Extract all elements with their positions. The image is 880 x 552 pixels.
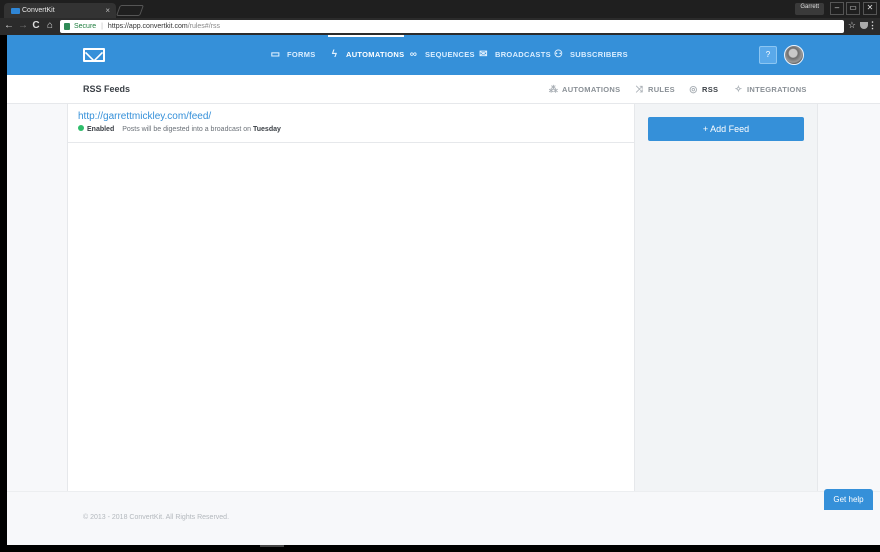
subnav-automations[interactable]: ⁂ AUTOMATIONS [548, 75, 620, 104]
browser-menu-icon[interactable]: ⋮ [868, 20, 877, 31]
feed-url-link[interactable]: http://garrettmickley.com/feed/ [78, 111, 211, 122]
nav-automations[interactable]: ϟ AUTOMATIONS [328, 35, 405, 75]
address-bar[interactable]: Secure | https://app.convertkit.com/rule… [60, 20, 844, 33]
bookmark-star-icon[interactable]: ☆ [848, 20, 856, 31]
nav-automations-label: AUTOMATIONS [346, 50, 405, 59]
lock-icon [64, 23, 70, 30]
pocket-extension-icon[interactable] [860, 22, 868, 29]
people-icon: ⚇ [553, 49, 564, 60]
subnav-rss-label: RSS [702, 85, 719, 94]
secure-label: Secure [74, 23, 97, 30]
convertkit-logo-icon[interactable] [83, 48, 105, 62]
feed-meta: Enabled Posts will be digested into a bro… [78, 125, 281, 133]
help-button[interactable]: ? [759, 46, 777, 64]
feed-list: http://garrettmickley.com/feed/ Enabled P… [68, 104, 635, 491]
page-title: RSS Feeds [83, 84, 131, 94]
sequence-icon: ∞ [409, 49, 418, 60]
status-dot-icon [78, 125, 84, 131]
feed-description: Posts will be digested into a broadcast … [122, 126, 252, 133]
nav-subscribers-label: SUBSCRIBERS [570, 50, 628, 59]
profile-button[interactable]: Garrett [795, 3, 824, 15]
envelope-icon: ✉ [479, 49, 488, 60]
nav-broadcasts[interactable]: ✉ BROADCASTS [477, 35, 551, 75]
tab-convertkit[interactable]: ConvertKit × [4, 3, 116, 18]
nav-sequences-label: SEQUENCES [425, 50, 475, 59]
address-host: https://app.convertkit.com [107, 23, 188, 30]
address-separator: | [101, 23, 103, 30]
sub-header: RSS Feeds ⁂ AUTOMATIONS ⤨ RULES ◎ RSS ✧ … [7, 75, 880, 104]
form-icon: ▭ [270, 49, 281, 60]
tab-strip: ConvertKit × Garrett – ▭ ✕ [0, 0, 880, 18]
tab-title: ConvertKit [22, 7, 55, 14]
minimize-icon[interactable]: – [830, 2, 844, 15]
status-badge: Enabled [87, 126, 115, 133]
main-content: http://garrettmickley.com/feed/ Enabled P… [67, 104, 818, 491]
footer: © 2013 - 2018 ConvertKit. All Rights Res… [7, 491, 880, 545]
get-help-button[interactable]: Get help [824, 489, 873, 510]
forward-arrow-icon[interactable]: → [17, 20, 29, 32]
nav-sequences[interactable]: ∞ SEQUENCES [407, 35, 475, 75]
convertkit-favicon-icon [11, 8, 20, 14]
home-icon[interactable]: ⌂ [44, 20, 56, 32]
avatar[interactable] [784, 45, 804, 65]
flow-icon: ⁂ [548, 84, 559, 94]
shuffle-icon: ⤨ [635, 84, 644, 94]
subnav-rss[interactable]: ◎ RSS [688, 75, 718, 104]
subnav-rules[interactable]: ⤨ RULES [634, 75, 675, 104]
tab-close-icon[interactable]: × [105, 6, 110, 15]
new-tab-button[interactable] [115, 5, 145, 16]
copyright-text: © 2013 - 2018 ConvertKit. All Rights Res… [83, 514, 230, 521]
nav-subscribers[interactable]: ⚇ SUBSCRIBERS [552, 35, 628, 75]
scrollbar-thumb[interactable] [260, 545, 284, 547]
subnav-rules-label: RULES [648, 85, 675, 94]
nav-forms[interactable]: ▭ FORMS [269, 35, 316, 75]
browser-window: ConvertKit × Garrett – ▭ ✕ ← → C ⌂ Secur… [0, 0, 880, 552]
puzzle-icon: ✧ [734, 84, 743, 94]
page-viewport: ▭ FORMS ϟ AUTOMATIONS ∞ SEQUENCES ✉ BROA… [7, 35, 880, 545]
close-window-icon[interactable]: ✕ [863, 2, 877, 15]
nav-forms-label: FORMS [287, 50, 316, 59]
restore-icon[interactable]: ▭ [846, 2, 860, 15]
nav-broadcasts-label: BROADCASTS [495, 50, 551, 59]
back-arrow-icon[interactable]: ← [3, 20, 15, 32]
add-feed-button[interactable]: + Add Feed [648, 117, 804, 141]
feed-day: Tuesday [253, 126, 281, 133]
main-nav: ▭ FORMS ϟ AUTOMATIONS ∞ SEQUENCES ✉ BROA… [7, 35, 880, 75]
browser-toolbar: ← → C ⌂ Secure | https://app.convertkit.… [0, 18, 880, 35]
address-path: /rules#/rss [187, 23, 220, 30]
lightning-icon: ϟ [331, 49, 338, 60]
list-item: http://garrettmickley.com/feed/ Enabled P… [68, 104, 635, 143]
subnav-integrations[interactable]: ✧ INTEGRATIONS [733, 75, 807, 104]
subnav-automations-label: AUTOMATIONS [562, 85, 621, 94]
rss-icon: ◎ [689, 84, 698, 94]
subnav-integrations-label: INTEGRATIONS [747, 85, 807, 94]
reload-icon[interactable]: C [30, 20, 42, 32]
